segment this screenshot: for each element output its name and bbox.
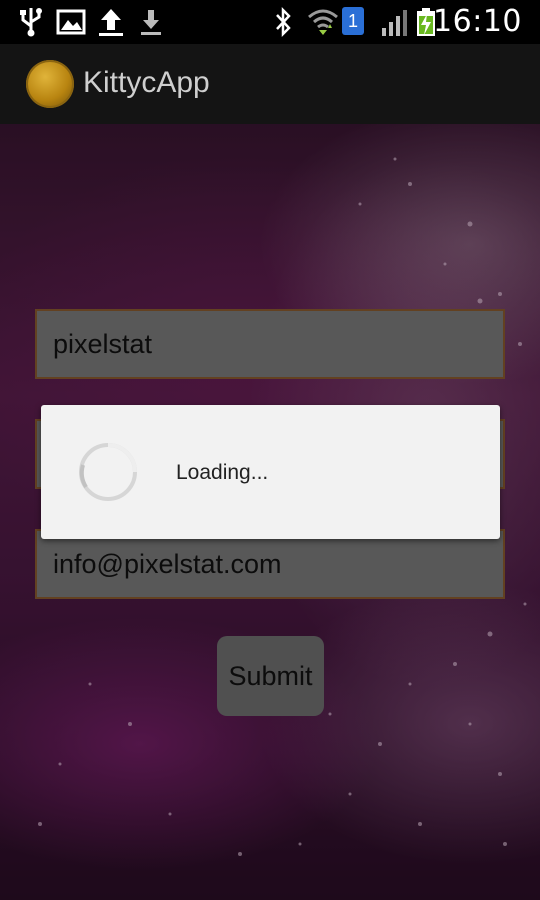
app-logo-icon[interactable] — [26, 60, 74, 108]
notification-count: 1 — [347, 11, 358, 31]
wifi-icon — [308, 9, 338, 35]
loading-text: Loading... — [176, 461, 269, 484]
sim-badge-icon: 1 — [342, 7, 364, 35]
signal-icon — [382, 10, 407, 36]
status-bar: 1 16:10 — [0, 0, 540, 44]
image-icon — [56, 9, 86, 35]
usb-icon — [20, 8, 42, 37]
download-icon — [141, 10, 161, 35]
upload-icon — [99, 9, 123, 36]
app-title: KittycApp — [83, 66, 210, 99]
clock: 16:10 — [433, 4, 522, 39]
action-bar: KittycApp — [0, 44, 540, 124]
bluetooth-icon — [276, 6, 291, 38]
spinner-icon — [79, 443, 137, 501]
loading-dialog: Loading... — [41, 405, 500, 539]
